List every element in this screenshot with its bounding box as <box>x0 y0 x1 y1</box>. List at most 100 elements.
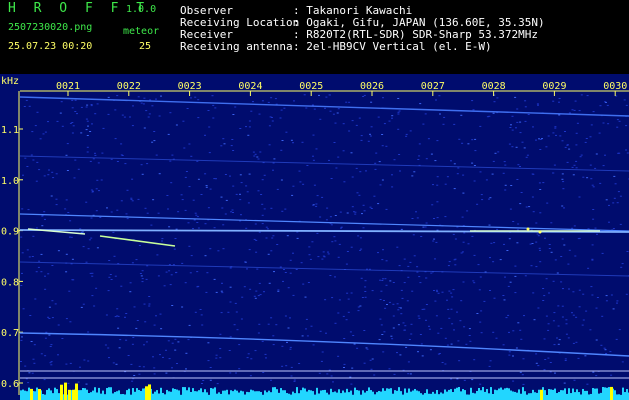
noise-speck <box>511 115 514 117</box>
noise-speck <box>32 235 35 237</box>
noise-speck <box>48 318 51 319</box>
activity-column <box>24 390 26 400</box>
file-name: 2507230020.png <box>8 22 93 33</box>
noise-speck <box>416 217 419 219</box>
noise-speck <box>24 365 27 367</box>
noise-speck <box>290 375 293 377</box>
noise-speck <box>334 240 337 242</box>
activity-column <box>506 387 508 400</box>
noise-speck <box>35 271 38 273</box>
noise-speck <box>625 149 628 151</box>
noise-speck <box>125 339 128 341</box>
noise-speck <box>328 369 331 371</box>
noise-speck <box>293 100 295 102</box>
noise-speck <box>471 235 474 237</box>
noise-speck <box>355 167 358 169</box>
activity-column <box>272 387 274 400</box>
noise-speck <box>47 273 50 275</box>
noise-speck <box>145 110 148 112</box>
noise-speck <box>49 346 52 347</box>
noise-speck <box>97 162 100 164</box>
noise-speck <box>131 200 134 202</box>
noise-speck <box>55 173 58 175</box>
noise-speck <box>165 372 168 374</box>
noise-speck <box>547 357 550 359</box>
noise-speck <box>571 166 574 168</box>
noise-speck <box>207 360 210 362</box>
noise-speck <box>578 289 581 291</box>
noise-speck <box>138 365 141 367</box>
activity-column <box>360 394 362 400</box>
noise-speck <box>267 101 270 103</box>
noise-speck <box>422 226 425 228</box>
activity-column <box>608 387 610 400</box>
noise-speck <box>197 227 200 229</box>
noise-speck <box>201 383 203 384</box>
noise-speck <box>575 132 578 134</box>
noise-speck <box>380 290 383 292</box>
noise-speck <box>107 96 110 98</box>
noise-speck <box>100 179 103 181</box>
noise-speck <box>592 218 595 220</box>
activity-spike <box>30 388 33 400</box>
noise-speck <box>332 113 335 115</box>
noise-speck <box>167 208 169 210</box>
noise-speck <box>362 204 365 206</box>
noise-speck <box>130 198 133 200</box>
noise-speck <box>364 286 367 288</box>
noise-speck <box>248 126 251 128</box>
noise-speck <box>566 161 569 163</box>
noise-speck <box>119 339 122 341</box>
activity-column <box>530 393 532 400</box>
noise-speck <box>20 339 23 341</box>
noise-speck <box>377 116 380 118</box>
noise-speck <box>93 305 96 307</box>
noise-speck <box>346 212 349 214</box>
activity-column <box>390 388 392 400</box>
noise-speck <box>575 160 578 162</box>
activity-column <box>270 392 272 400</box>
noise-speck <box>256 268 259 270</box>
noise-speck <box>360 135 363 137</box>
noise-speck <box>436 291 439 293</box>
noise-speck <box>497 151 500 153</box>
noise-speck <box>460 114 463 116</box>
noise-speck <box>144 321 147 323</box>
noise-speck <box>342 150 345 152</box>
noise-speck <box>197 178 200 180</box>
noise-speck <box>453 259 456 261</box>
noise-speck <box>104 344 107 346</box>
noise-speck <box>619 223 622 225</box>
noise-speck <box>137 198 140 200</box>
activity-column <box>278 392 280 400</box>
noise-speck <box>26 166 29 167</box>
noise-speck <box>85 383 88 385</box>
activity-column <box>242 391 244 400</box>
noise-speck <box>57 250 60 252</box>
noise-speck <box>254 297 257 299</box>
activity-column <box>444 389 446 400</box>
noise-speck <box>618 152 621 154</box>
noise-speck <box>47 121 49 123</box>
noise-speck <box>220 196 223 198</box>
noise-speck <box>268 144 271 146</box>
noise-speck <box>312 204 315 206</box>
noise-speck <box>287 327 290 329</box>
noise-speck <box>156 254 159 256</box>
noise-speck <box>586 95 589 97</box>
noise-speck <box>254 153 257 155</box>
activity-column <box>296 387 298 400</box>
noise-speck <box>421 308 424 310</box>
noise-speck <box>398 154 401 155</box>
noise-speck <box>286 235 289 237</box>
noise-speck <box>336 112 339 114</box>
noise-speck <box>539 149 542 150</box>
noise-speck <box>23 106 26 107</box>
noise-speck <box>349 331 352 333</box>
activity-column <box>152 393 154 400</box>
activity-column <box>476 390 478 400</box>
noise-speck <box>36 161 39 163</box>
noise-speck <box>428 325 430 327</box>
noise-speck <box>290 366 293 368</box>
noise-speck <box>129 116 131 118</box>
